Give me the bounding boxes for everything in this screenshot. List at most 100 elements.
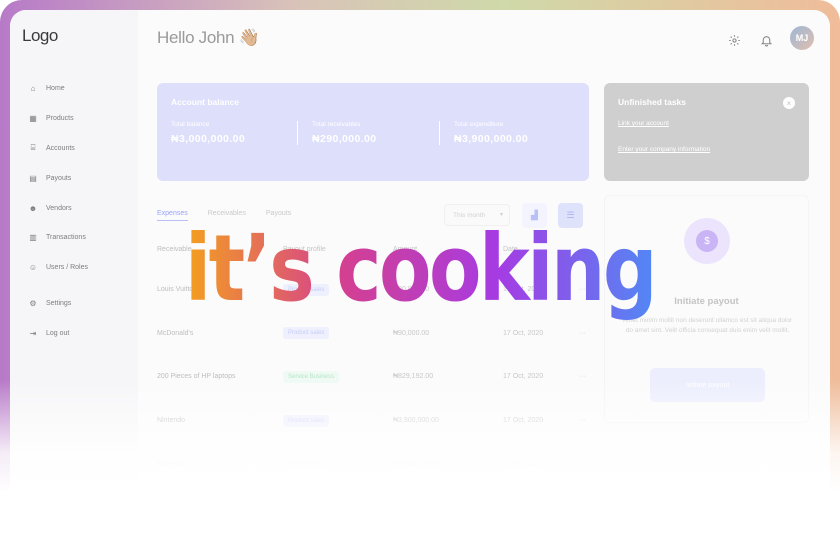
sidebar-item-label: Settings [46, 299, 72, 307]
more-icon[interactable]: ··· [579, 373, 597, 380]
column-header [579, 246, 597, 268]
transactions-icon: ▥ [29, 233, 37, 243]
sidebar-item-vendors[interactable]: ☻ Vendors [28, 193, 136, 223]
bank-icon: ⌸ [30, 143, 36, 153]
tab-expenses[interactable]: Expenses [157, 210, 188, 221]
home-icon: ⌂ [30, 84, 36, 94]
tab-payouts[interactable]: Payouts [266, 210, 291, 221]
payouts-icon: ▤ [29, 173, 37, 183]
profile-name: Daniel Obsidian [52, 495, 102, 503]
card-title: Unfinished tasks [618, 97, 687, 107]
notifications-button[interactable] [758, 32, 774, 48]
close-button[interactable]: × [783, 97, 795, 109]
sidebar-item-payouts[interactable]: ▤ Payouts [28, 163, 136, 193]
total-balance: Total balance ₦3,000,000.00 [171, 121, 298, 145]
account-balance-card: Account balance Total balance ₦3,000,000… [157, 83, 589, 181]
period-select[interactable]: This month ▾ [444, 204, 510, 226]
sidebar-item-label: Vendors [46, 204, 72, 212]
table-header: Receivable Payout profile Amount Date [157, 246, 597, 268]
initiate-payout-button[interactable]: Initiate payout [650, 368, 765, 402]
sidebar-item-label: Accounts [46, 144, 75, 152]
card-title: Account balance [171, 97, 240, 107]
sidebar-item-transactions[interactable]: ▥ Transactions [28, 223, 136, 253]
app-frame: Logo ⌂ Home ▦ Products ⌸ Accounts ▤ Payouts … [0, 0, 840, 539]
sidebar-item-users-roles[interactable]: ☺ Users / Roles [28, 253, 136, 283]
settings-button[interactable] [726, 32, 742, 48]
column-header: Payout profile [283, 246, 326, 253]
row-name: McDonald's [157, 329, 194, 337]
table-row[interactable]: Louis Vuitton Product sales ₦90,000.00 1… [157, 268, 597, 312]
type-badge: Service Business [283, 370, 340, 383]
panel-title: Initiate payout [674, 296, 739, 307]
row-date: 17 Oct, 2020 [503, 373, 544, 381]
stat-label: Total balance [171, 121, 210, 128]
stat-value: ₦3,000,000.00 [171, 133, 246, 145]
stat-value: ₦290,000.00 [312, 133, 377, 145]
sidebar-item-accounts[interactable]: ⌸ Accounts [28, 134, 136, 164]
period-select-value: This month [453, 211, 486, 219]
row-amount: ₦90,000.00 [393, 286, 430, 294]
list-view-button[interactable]: ☰ [558, 203, 583, 228]
company-info-link[interactable]: Enter your company information [618, 146, 795, 153]
sidebar-item-label: Home [46, 85, 65, 93]
column-header: Amount [393, 246, 418, 253]
sidebar-item-home[interactable]: ⌂ Home [28, 74, 136, 104]
logo: Logo [22, 26, 58, 45]
sidebar-item-label: Transactions [46, 234, 86, 242]
chevron-down-icon: ▾ [499, 212, 503, 218]
sidebar-item-label: Products [46, 115, 74, 123]
stat-label: Total receivables [312, 121, 361, 128]
type-badge: Product sales [283, 327, 330, 340]
row-date: 17 Oct, 2020 [503, 460, 544, 468]
table-row[interactable]: Nintendo Product sales ₦3,900,000.00 17 … [157, 442, 597, 486]
products-icon: ▦ [29, 114, 37, 124]
panel-description: Amet minim mollit non deserunt ullamco e… [622, 317, 793, 335]
list-icon: ☰ [566, 210, 575, 220]
sidebar-profile[interactable]: Daniel Obsidian [22, 488, 101, 510]
row-date: 17 Oct, 2020 [503, 329, 544, 337]
gear-icon: ⚙ [29, 298, 37, 308]
row-name: Nintendo [157, 417, 186, 425]
row-name: Louis Vuitton [157, 286, 198, 294]
column-header: Receivable [157, 246, 192, 253]
greeting-text: Hello John [157, 28, 235, 47]
chart-view-button[interactable]: ▟ [522, 203, 547, 228]
table-row[interactable]: Nintendo Product sales ₦3,900,000.00 17 … [157, 399, 597, 443]
vendors-icon: ☻ [28, 203, 38, 213]
unfinished-tasks-card: Unfinished tasks × Link your account Ent… [604, 83, 809, 181]
link-account-link[interactable]: Link your account [618, 120, 795, 127]
user-avatar[interactable]: MJ [790, 26, 814, 50]
initiate-payout-panel: $ Initiate payout Amet minim mollit non … [604, 195, 809, 423]
type-badge: Product sales [283, 458, 330, 471]
sidebar-nav: ⌂ Home ▦ Products ⌸ Accounts ▤ Payouts ☻ Vend… [28, 74, 136, 348]
more-icon[interactable]: ··· [579, 330, 597, 337]
row-amount: ₦829,192.00 [393, 373, 434, 381]
table-row[interactable]: 200 Pieces of HP laptops Service Busines… [157, 355, 597, 399]
tab-receivables[interactable]: Receivables [208, 210, 246, 221]
payout-icon-wrap: $ [684, 218, 730, 264]
transaction-tabs: Expenses Receivables Payouts [157, 210, 311, 221]
sidebar-item-logout[interactable]: ⇥ Log out [28, 318, 136, 348]
wallet-icon: $ [696, 230, 718, 252]
table-row[interactable]: McDonald's Product sales ₦90,000.00 17 O… [157, 312, 597, 356]
app-window: Logo ⌂ Home ▦ Products ⌸ Accounts ▤ Payouts … [10, 10, 830, 539]
logout-icon: ⇥ [29, 328, 37, 338]
more-icon[interactable]: ··· [579, 461, 597, 468]
stat-value: ₦3,900,000.00 [454, 133, 529, 145]
users-icon: ☺ [28, 263, 38, 273]
more-icon[interactable]: ··· [579, 286, 597, 293]
bell-icon [760, 35, 772, 46]
avatar [22, 488, 44, 510]
sidebar-item-products[interactable]: ▦ Products [28, 104, 136, 134]
row-amount: ₦3,900,000.00 [393, 417, 439, 425]
sidebar-item-label: Payouts [46, 174, 72, 182]
row-name: 200 Pieces of HP laptops [157, 373, 236, 381]
wave-icon: 👋🏼 [238, 28, 260, 47]
gear-icon [728, 34, 740, 46]
sidebar: Logo ⌂ Home ▦ Products ⌸ Accounts ▤ Payouts … [10, 10, 138, 539]
more-icon[interactable]: ··· [579, 417, 597, 424]
total-receivables: Total receivables ₦290,000.00 [312, 121, 440, 145]
total-expenditure: Total expenditure ₦3,900,000.00 [454, 121, 542, 145]
sidebar-item-settings[interactable]: ⚙ Settings [28, 289, 136, 319]
column-header: Date [503, 246, 518, 253]
